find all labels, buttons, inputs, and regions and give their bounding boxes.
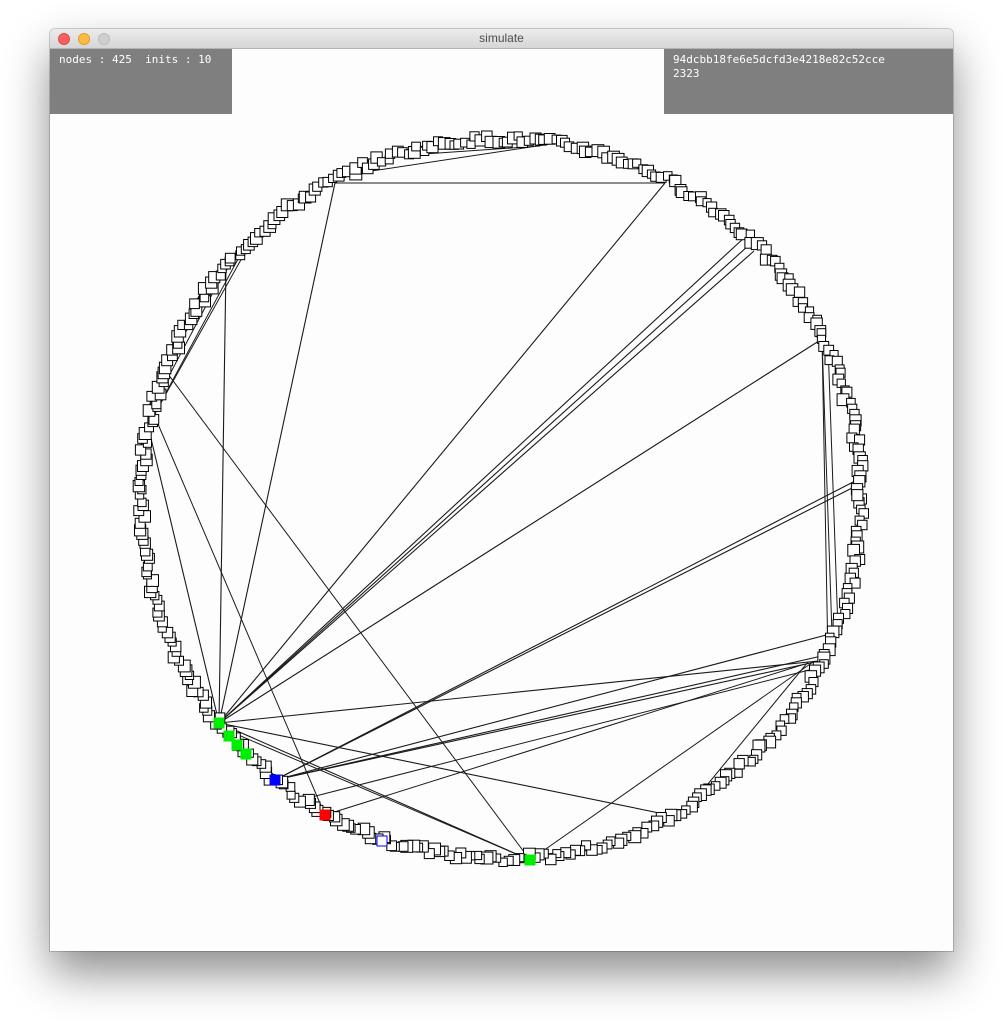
title-bar[interactable]: simulate (50, 29, 953, 49)
hash-line-2: 2323 (673, 67, 700, 80)
window-title: simulate (479, 31, 524, 45)
nodes-count: 425 (111, 53, 132, 66)
hash-panel: 94dcbb18fe6e5dcfd3e4218e82c52cce 2323 (664, 49, 953, 114)
simulation-canvas[interactable]: nodes : 425 inits : 10 94dcbb18fe6e5dcfd… (50, 49, 953, 951)
inits-label: inits : (131, 53, 199, 66)
app-window: simulate nodes : 425 inits : 10 94dcbb18… (50, 29, 953, 951)
nodes-label: nodes : (59, 53, 112, 66)
hash-line-1: 94dcbb18fe6e5dcfd3e4218e82c52cce (673, 53, 885, 66)
stats-panel: nodes : 425 inits : 10 (50, 49, 232, 114)
inits-count: 10 (198, 53, 212, 66)
